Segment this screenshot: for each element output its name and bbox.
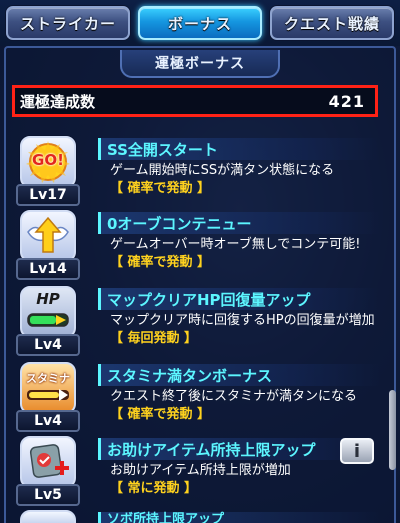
- bonus-icon-box: Lv14: [16, 210, 80, 280]
- game-screen: ストライカー ボーナス クエスト戦績 運極ボーナス 運極達成数 421 GO! …: [0, 0, 400, 523]
- partial-item-icon: [20, 510, 76, 523]
- section-title: 運極ボーナス: [120, 50, 280, 78]
- bonus-icon-box: スタミナ Lv4: [16, 362, 80, 432]
- bonus-description: お助けアイテム所持上限が増加: [110, 463, 291, 478]
- bonus-title: 0オーブコンテニュー: [98, 212, 380, 234]
- bonus-item[interactable]: HP Lv4 マップクリアHP回復量アップ マップクリア時に回復するHPの回復量…: [10, 286, 390, 360]
- bonus-trigger-note: 【 確率で発動 】: [110, 255, 211, 270]
- bonus-item[interactable]: Lv14 0オーブコンテニュー ゲームオーバー時オーブ無しでコンテ可能! 【 確…: [10, 210, 390, 284]
- bonus-description: ゲームオーバー時オーブ無しでコンテ可能!: [110, 237, 361, 252]
- bonus-title: ソボ所持上限アップ: [98, 512, 380, 523]
- bonus-title: スタミナ満タンボーナス: [98, 364, 380, 386]
- tab-bonus[interactable]: ボーナス: [138, 6, 262, 40]
- count-value: 421: [328, 91, 365, 111]
- bonus-icon-box: Lv5: [16, 436, 80, 506]
- bonus-icon-box: HP Lv4: [16, 286, 80, 356]
- bonus-item[interactable]: GO! Lv17 SS全開スタート ゲーム開始時にSSが満タン状態になる 【 確…: [10, 136, 390, 210]
- level-badge: Lv4: [16, 410, 80, 432]
- tab-bar: ストライカー ボーナス クエスト戦績: [0, 0, 400, 46]
- go-badge-icon: GO!: [20, 136, 76, 188]
- bonus-description: マップクリア時に回復するHPの回復量が増加: [110, 313, 375, 328]
- unkyoku-count-box: 運極達成数 421: [12, 85, 378, 117]
- bonus-title: SS全開スタート: [98, 138, 380, 160]
- count-label: 運極達成数: [20, 92, 96, 111]
- hp-gauge-icon: HP: [20, 286, 76, 338]
- item-plus-icon: [20, 436, 76, 488]
- bonus-trigger-note: 【 確率で発動 】: [110, 407, 211, 422]
- bonus-trigger-note: 【 確率で発動 】: [110, 181, 211, 196]
- tab-quest-record[interactable]: クエスト戦績: [270, 6, 394, 40]
- level-badge: Lv17: [16, 184, 80, 206]
- level-badge: Lv5: [16, 484, 80, 506]
- tab-striker[interactable]: ストライカー: [6, 6, 130, 40]
- scrollbar[interactable]: [389, 390, 396, 470]
- bonus-title: マップクリアHP回復量アップ: [98, 288, 380, 310]
- stamina-gauge-icon: スタミナ: [20, 362, 76, 414]
- bonus-item[interactable]: スタミナ Lv4 スタミナ満タンボーナス クエスト終了後にスタミナが満タンになる…: [10, 362, 390, 436]
- bonus-item[interactable]: Lv5 お助けアイテム所持上限アップ i お助けアイテム所持上限が増加 【 常に…: [10, 436, 390, 510]
- bonus-trigger-note: 【 毎回発動 】: [110, 331, 198, 346]
- bonus-description: クエスト終了後にスタミナが満タンになる: [110, 389, 358, 404]
- go-icon-text: GO!: [32, 151, 64, 169]
- bonus-trigger-note: 【 常に発動 】: [110, 481, 198, 496]
- bonus-item-partial[interactable]: ソボ所持上限アップ: [10, 510, 390, 523]
- level-badge: Lv14: [16, 258, 80, 280]
- bonus-description: ゲーム開始時にSSが満タン状態になる: [110, 163, 335, 178]
- winged-arrow-icon: [20, 210, 76, 262]
- info-button[interactable]: i: [340, 438, 374, 464]
- bonus-icon-box: GO! Lv17: [16, 136, 80, 206]
- bonus-title: お助けアイテム所持上限アップ: [98, 438, 380, 460]
- level-badge: Lv4: [16, 334, 80, 356]
